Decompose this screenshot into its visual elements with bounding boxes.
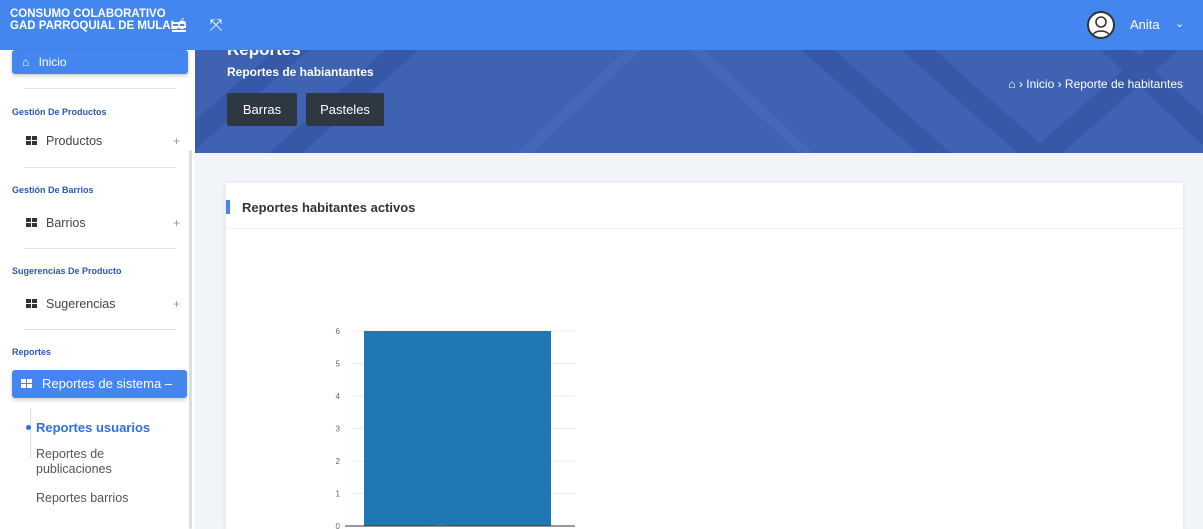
expand-plus-icon[interactable]: + [173,294,180,314]
username-label[interactable]: Anita [1130,17,1160,32]
page-subtitle: Reportes de habiantantes [227,65,374,79]
chart-y-ticks: 0 1 2 3 4 5 6 [336,327,341,529]
pasteles-button[interactable]: Pasteles [306,93,384,126]
chart-y-tick-label: 1 [336,490,341,499]
sidebar-item-reportes-sistema[interactable]: Reportes de sistema – [12,370,187,398]
breadcrumb: ⌂ › Inicio › Reporte de habitantes [1008,77,1183,91]
sidebar-item-sugerencias-label: Sugerencias [46,297,116,311]
expand-icon[interactable]: ⤧ [205,14,227,36]
submenu-item-reportes-publicaciones[interactable]: Reportes de publicaciones [36,447,112,477]
sidebar-item-barrios[interactable]: Barrios + [24,213,180,233]
section-heading-productos: Gestión De Productos [12,107,107,117]
chart-y-tick-label: 3 [336,425,341,434]
section-heading-reportes: Reportes [12,347,52,357]
hamburger-icon[interactable] [172,22,186,32]
sidebar-item-inicio[interactable]: ⌂ Inicio [12,50,188,74]
sidebar-divider [24,167,176,168]
chevron-down-icon[interactable]: ⌄ [1175,17,1184,30]
chart-y-tick-label: 0 [336,522,341,529]
sidebar-item-productos[interactable]: Productos + [24,131,180,151]
expand-plus-icon[interactable]: + [173,131,180,151]
submenu-item-reportes-barrios[interactable]: Reportes barrios [36,491,128,506]
chart-y-tick-label: 2 [336,457,341,466]
grid-icon [26,218,37,228]
expand-plus-icon[interactable]: + [173,213,180,233]
sidebar: ⌂ Inicio Gestión De Productos Productos … [0,50,195,529]
breadcrumb-text[interactable]: › Inicio › Reporte de habitantes [1019,77,1183,91]
sidebar-divider [24,248,176,249]
home-icon: ⌂ [22,55,30,69]
user-avatar-icon[interactable] [1087,11,1115,39]
chart-y-tick-label: 4 [336,392,341,401]
sidebar-scrollbar[interactable] [189,150,192,529]
report-card: Reportes habitantes activos 0123456 [226,183,1183,529]
sidebar-item-barrios-label: Barrios [46,216,86,230]
sidebar-divider [24,88,176,89]
sidebar-item-productos-label: Productos [46,134,103,148]
sidebar-item-inicio-label: Inicio [38,55,67,69]
sidebar-item-reportes-sistema-label: Reportes de sistema – [42,376,173,391]
page-title: Reportes [227,50,301,60]
app-root: CONSUMO COLABORATIVO GAD PARROQUIAL DE M… [0,0,1203,529]
submenu-item-reportes-usuarios[interactable]: Reportes usuarios [26,420,150,435]
collapse-minus-icon[interactable]: – [165,376,172,391]
section-heading-barrios: Gestión De Barrios [12,185,94,195]
chart-bar[interactable] [364,331,551,526]
chart-bars [364,331,551,526]
grid-icon [26,299,37,309]
grid-icon [21,379,32,389]
grid-icon [26,136,37,146]
sidebar-item-sugerencias[interactable]: Sugerencias + [24,294,180,314]
home-icon[interactable]: ⌂ [1008,77,1015,91]
brand-line-1: CONSUMO COLABORATIVO [10,8,166,20]
page-header-banner: Reportes Reportes de habiantantes Barras… [195,50,1203,153]
barras-button[interactable]: Barras [227,93,297,126]
sidebar-divider [24,329,176,330]
chart-y-tick-label: 6 [336,327,341,336]
bar-chart: 0 1 2 3 4 5 6 [336,327,575,529]
top-bar: CONSUMO COLABORATIVO GAD PARROQUIAL DE M… [0,0,1203,50]
chart-y-tick-label: 5 [336,360,341,369]
section-heading-sugerencias: Sugerencias De Producto [12,266,122,276]
